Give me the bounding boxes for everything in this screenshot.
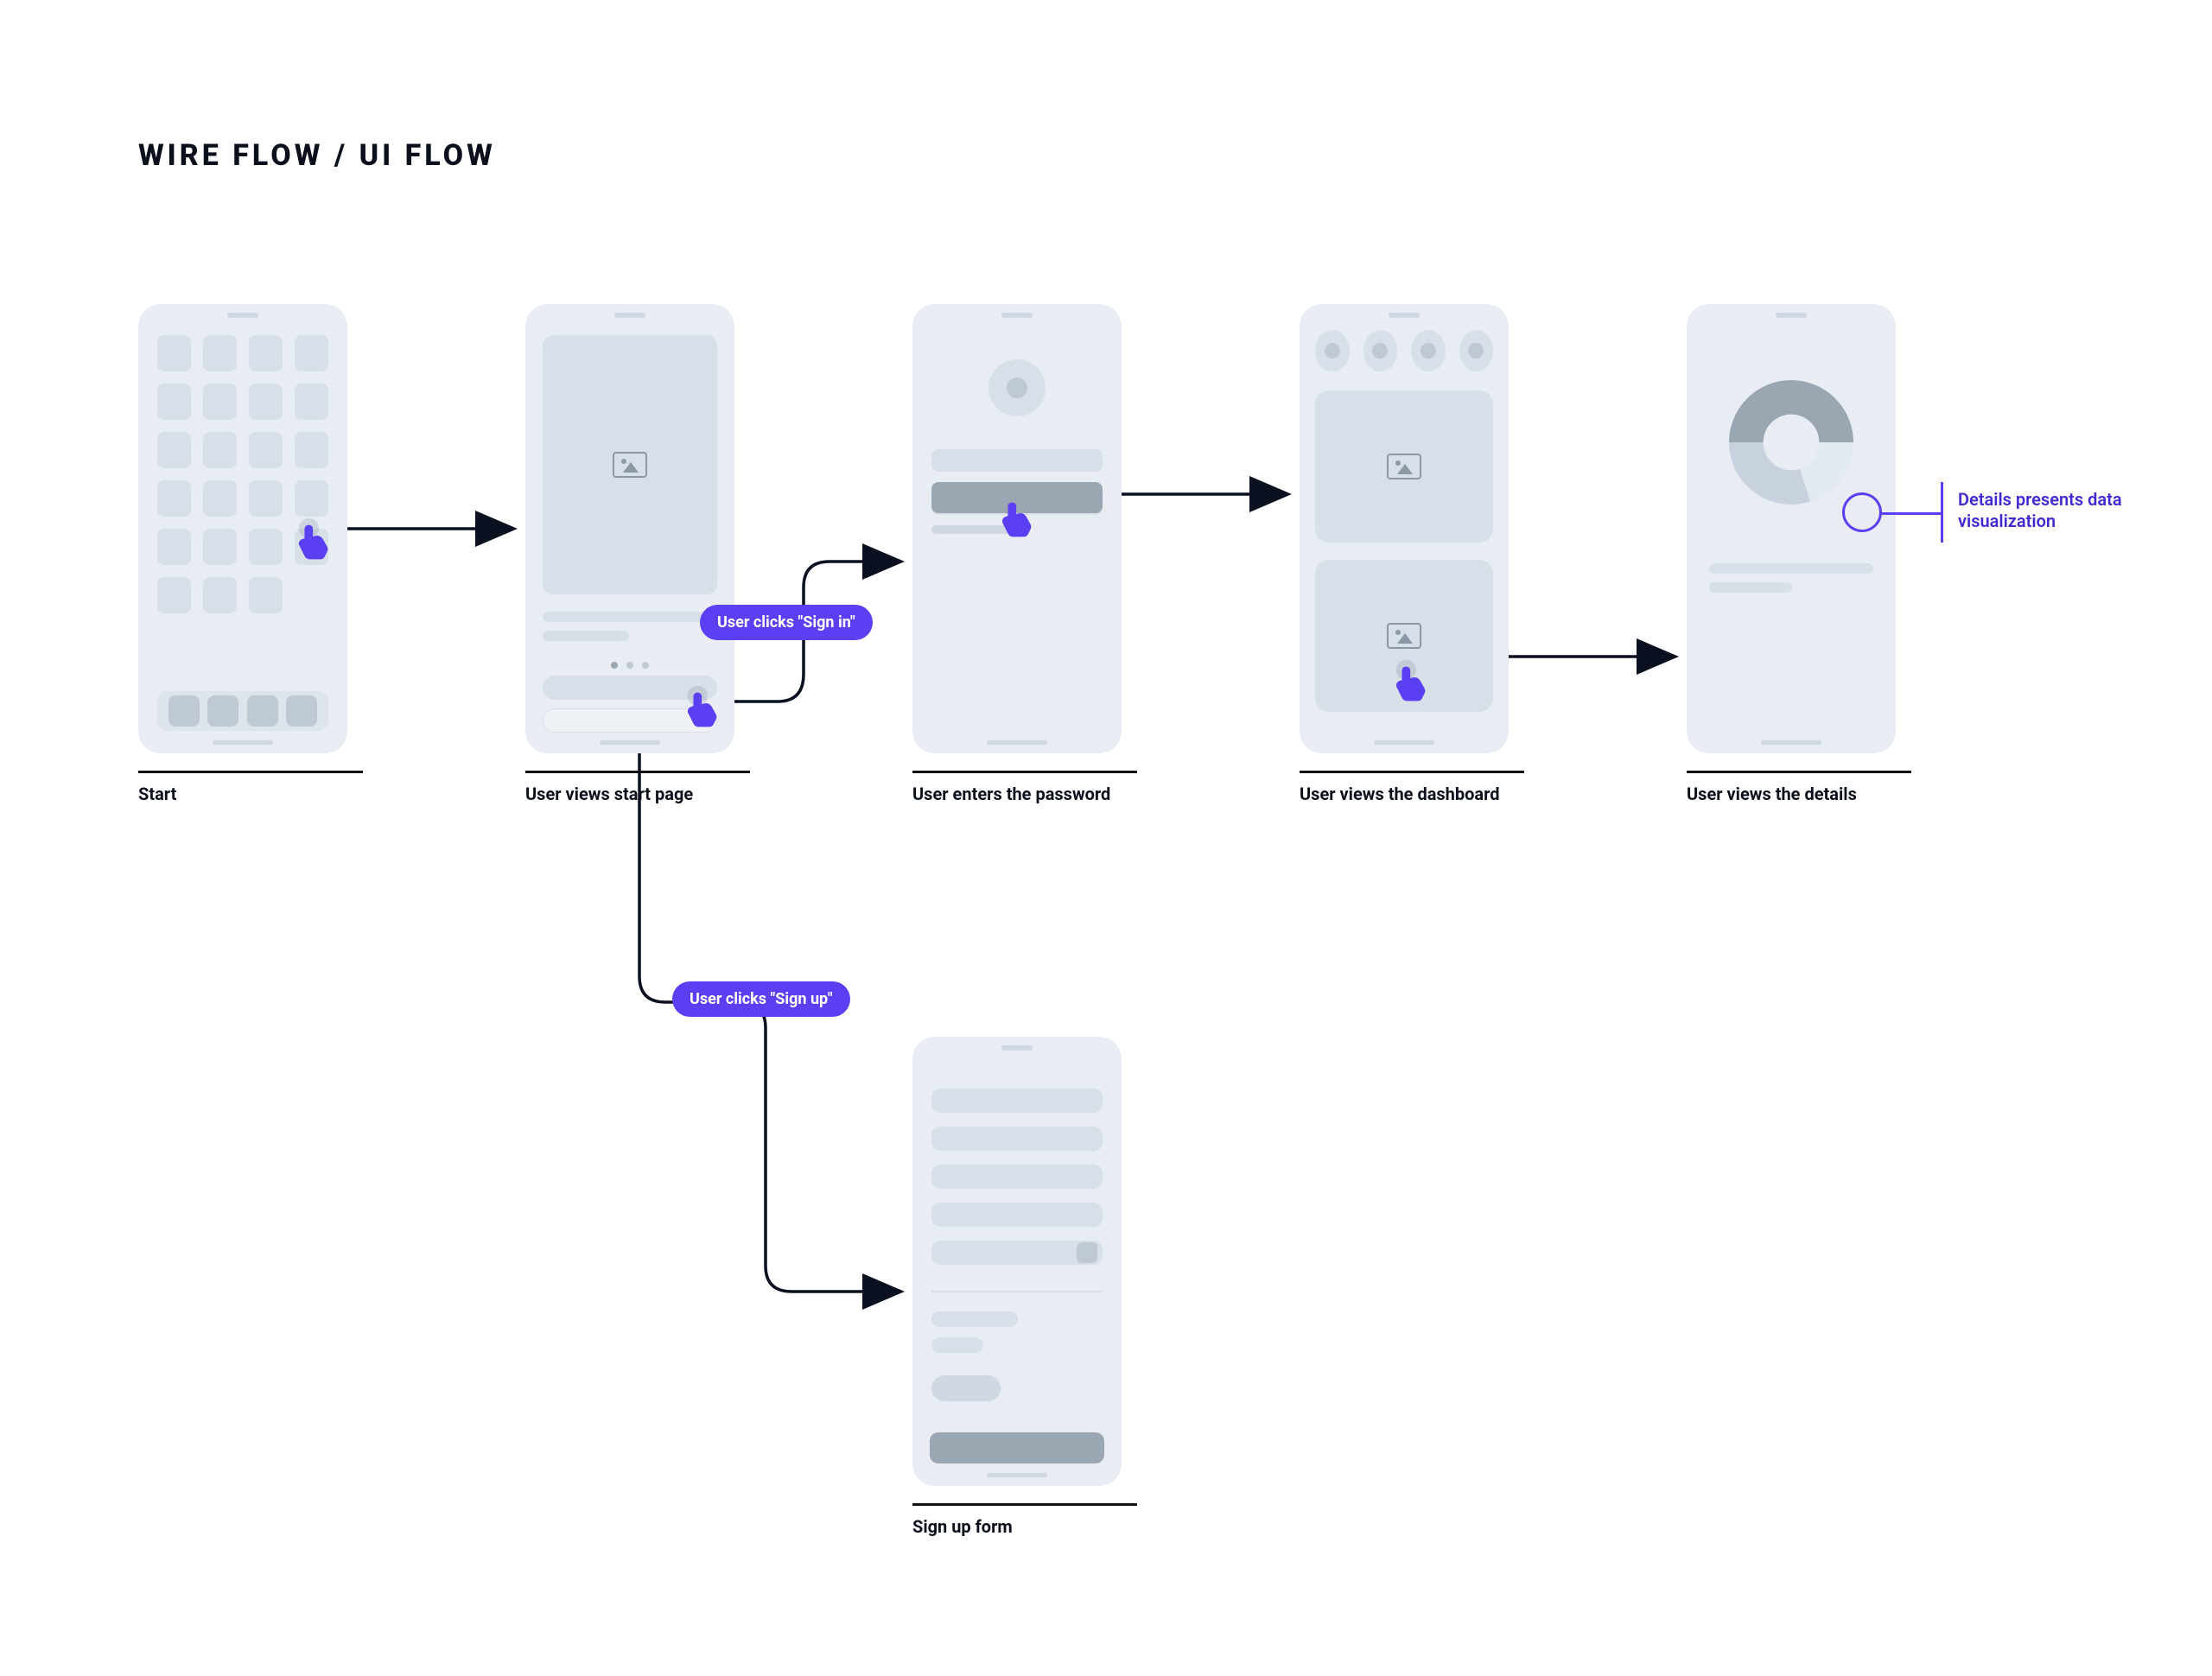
- text-line-short: [543, 631, 629, 641]
- start-signup-button[interactable]: [543, 708, 717, 733]
- app-tile: [157, 577, 191, 613]
- dock-app: [286, 695, 317, 727]
- signup-meta: [931, 1337, 983, 1353]
- screen-dashboard: [1300, 304, 1509, 753]
- image-placeholder-icon: [1387, 623, 1421, 649]
- donut-chart: [1713, 365, 1869, 520]
- app-tile: [249, 384, 283, 420]
- dot-active: [611, 662, 618, 669]
- start-hero-image: [543, 335, 717, 594]
- dot: [642, 662, 649, 669]
- app-tile: [295, 480, 328, 517]
- annotation-text: Details presents data visualization: [1958, 489, 2183, 532]
- annotation-ring: [1842, 492, 1882, 532]
- app-tile: [157, 529, 191, 565]
- screen-start: [138, 304, 347, 753]
- signup-field[interactable]: [931, 1089, 1103, 1113]
- signup-field[interactable]: [931, 1127, 1103, 1151]
- detail-line-short: [1709, 582, 1792, 593]
- divider: [931, 1291, 1103, 1292]
- dashboard-card[interactable]: [1315, 390, 1493, 543]
- app-tile: [295, 529, 328, 565]
- image-placeholder-icon: [1387, 454, 1421, 479]
- caption-dashboard: User views the dashboard: [1300, 771, 1524, 805]
- avatar-icon: [988, 359, 1046, 416]
- signup-submit-button[interactable]: [930, 1432, 1104, 1463]
- action-pill-signin: User clicks "Sign in": [700, 605, 873, 640]
- signup-secondary-button[interactable]: [931, 1375, 1001, 1401]
- username-field[interactable]: [931, 449, 1103, 472]
- story-avatar[interactable]: [1459, 330, 1494, 371]
- app-tile: [203, 577, 237, 613]
- signup-meta: [931, 1311, 1018, 1327]
- app-tile: [203, 529, 237, 565]
- dashboard-card[interactable]: [1315, 560, 1493, 712]
- story-avatar[interactable]: [1411, 330, 1446, 371]
- app-tile: [157, 384, 191, 420]
- app-tile: [203, 335, 237, 371]
- password-field[interactable]: [931, 482, 1103, 513]
- image-placeholder-icon: [613, 452, 647, 478]
- app-tile: [203, 384, 237, 420]
- app-tile: [249, 335, 283, 371]
- helper-text: [931, 525, 1018, 534]
- action-pill-signup: User clicks "Sign up": [672, 981, 850, 1017]
- app-tile: [203, 432, 237, 468]
- annotation-connector: [1882, 512, 1941, 515]
- story-avatar[interactable]: [1315, 330, 1350, 371]
- dock-app: [207, 695, 238, 727]
- home-dock: [157, 691, 328, 731]
- caption-password: User enters the password: [912, 771, 1137, 805]
- signup-field[interactable]: [931, 1203, 1103, 1227]
- dock-app: [247, 695, 278, 727]
- home-app-grid: [157, 335, 328, 707]
- screen-password: [912, 304, 1122, 753]
- app-tile: [157, 480, 191, 517]
- app-tile: [295, 335, 328, 371]
- app-tile: [249, 432, 283, 468]
- screen-start-page: [525, 304, 734, 753]
- app-tile: [249, 480, 283, 517]
- app-tile: [157, 432, 191, 468]
- canvas: WIRE FLOW / UI FLOW: [0, 0, 2212, 1676]
- detail-line: [1709, 563, 1873, 574]
- dock-app: [168, 695, 200, 727]
- start-signin-button[interactable]: [543, 676, 717, 700]
- stories-row: [1315, 330, 1493, 371]
- app-tile: [203, 480, 237, 517]
- signup-field[interactable]: [931, 1165, 1103, 1189]
- app-tile: [249, 577, 283, 613]
- caption-start-page: User views start page: [525, 771, 750, 805]
- app-tile: [295, 432, 328, 468]
- caption-details: User views the details: [1687, 771, 1911, 805]
- signup-field-toggle-icon[interactable]: [1077, 1242, 1097, 1263]
- app-tile: [157, 335, 191, 371]
- caption-start: Start: [138, 771, 363, 805]
- pager-dots: [611, 662, 649, 669]
- app-tile: [295, 384, 328, 420]
- caption-signup: Sign up form: [912, 1503, 1137, 1538]
- dot: [626, 662, 633, 669]
- screen-signup: [912, 1037, 1122, 1486]
- annotation-bracket: [1941, 482, 1943, 543]
- page-title: WIRE FLOW / UI FLOW: [138, 138, 496, 173]
- app-tile: [249, 529, 283, 565]
- text-line: [543, 612, 717, 622]
- story-avatar[interactable]: [1363, 330, 1398, 371]
